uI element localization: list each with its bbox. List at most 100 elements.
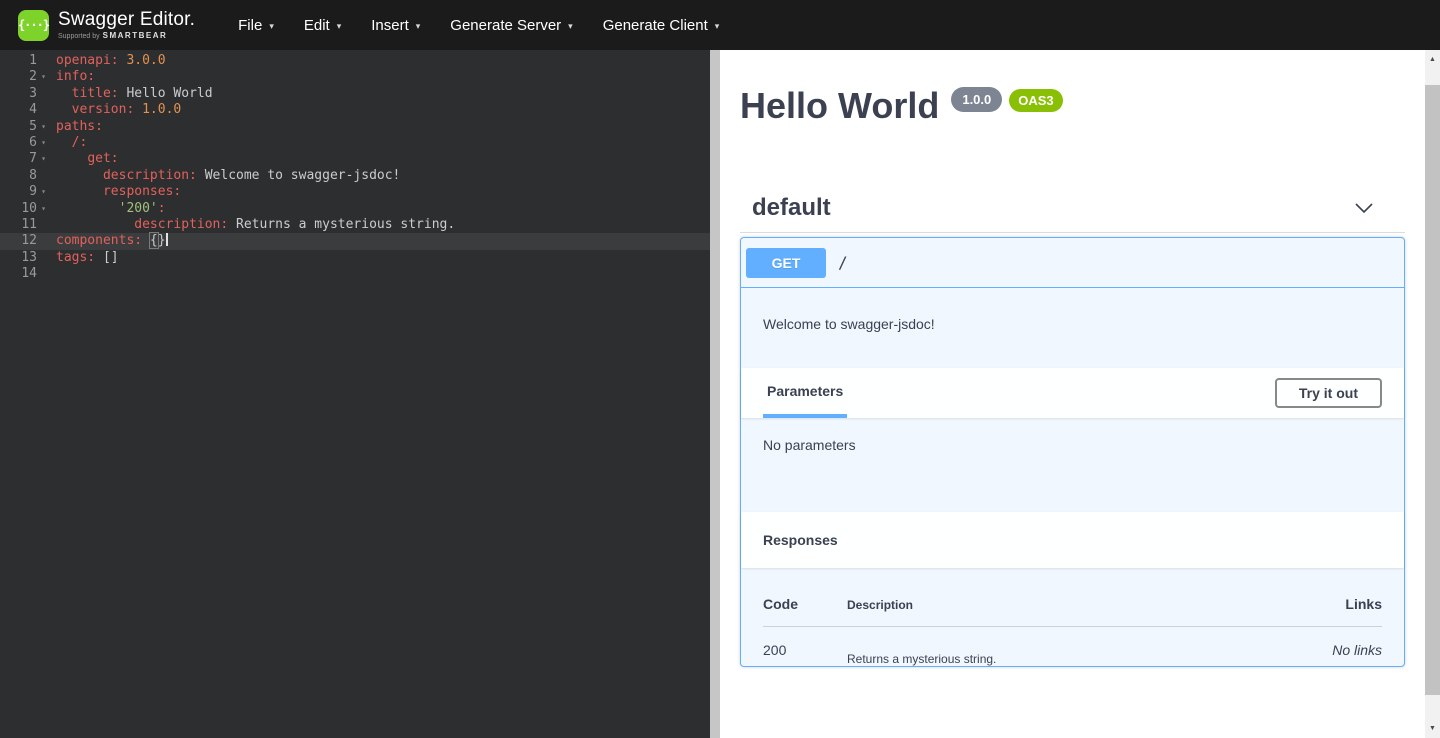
fold-spacer: [37, 53, 50, 69]
supported-by-label: Supported by: [58, 33, 100, 40]
code-token: /:: [72, 135, 88, 150]
editor-line[interactable]: 13tags: []: [0, 250, 710, 266]
editor-line[interactable]: 9▾ responses:: [0, 184, 710, 200]
editor-line[interactable]: 11 description: Returns a mysterious str…: [0, 217, 710, 233]
editor-line[interactable]: 10▾ '200':: [0, 201, 710, 217]
fold-spacer: [37, 266, 50, 282]
fold-arrow-icon[interactable]: ▾: [37, 184, 50, 200]
editor-gutter-cell[interactable]: 4: [0, 102, 50, 118]
text-cursor: [166, 233, 168, 246]
pane-splitter[interactable]: [710, 50, 720, 738]
editor-gutter-cell[interactable]: 13: [0, 250, 50, 266]
fold-arrow-icon[interactable]: ▾: [37, 135, 50, 151]
editor-line[interactable]: 8 description: Welcome to swagger-jsdoc!: [0, 168, 710, 184]
editor-line[interactable]: 2▾info:: [0, 69, 710, 85]
editor-gutter-cell[interactable]: 3: [0, 86, 50, 102]
line-number: 8: [0, 168, 37, 184]
editor-line-code[interactable]: openapi: 3.0.0: [50, 53, 166, 69]
editor-gutter-cell[interactable]: 10▾: [0, 201, 50, 217]
fold-arrow-icon[interactable]: ▾: [37, 69, 50, 85]
editor-line-code[interactable]: title: Hello World: [50, 86, 213, 102]
editor-gutter-cell[interactable]: 11: [0, 217, 50, 233]
code-token: }: [158, 233, 166, 248]
menu-generate-server[interactable]: Generate Server▾: [435, 17, 587, 34]
editor-line[interactable]: 12components: {}: [0, 233, 710, 249]
opblock-get: GET / Welcome to swagger-jsdoc! Paramete…: [740, 237, 1405, 667]
editor-gutter-cell[interactable]: 1: [0, 53, 50, 69]
line-number: 10: [0, 201, 37, 217]
code-token: [56, 86, 72, 101]
editor-gutter-cell[interactable]: 2▾: [0, 69, 50, 85]
editor-line-code[interactable]: paths:: [50, 119, 103, 135]
code-editor[interactable]: 1openapi: 3.0.02▾info:3 title: Hello Wor…: [0, 50, 710, 738]
editor-gutter-cell[interactable]: 12: [0, 233, 50, 249]
responses-table-header: Code Description Links: [763, 596, 1382, 627]
code-token: [134, 102, 142, 117]
editor-line[interactable]: 4 version: 1.0.0: [0, 102, 710, 118]
fold-arrow-icon[interactable]: ▾: [37, 201, 50, 217]
fold-spacer: [37, 102, 50, 118]
code-token: version:: [72, 102, 135, 117]
code-token: title:: [72, 86, 119, 101]
scroll-up-icon[interactable]: ▲: [1425, 52, 1440, 67]
editor-line-code[interactable]: components: {}: [50, 233, 168, 249]
code-token: components:: [56, 233, 142, 248]
editor-line-code[interactable]: description: Returns a mysterious string…: [50, 217, 455, 233]
editor-line-code[interactable]: responses:: [50, 184, 181, 200]
vertical-scrollbar[interactable]: ▲ ▼: [1425, 50, 1440, 738]
editor-gutter-cell[interactable]: 6▾: [0, 135, 50, 151]
menu-edit[interactable]: Edit▾: [289, 17, 356, 34]
code-token: Hello World: [119, 86, 213, 101]
brand-title: Swagger Editor.: [58, 10, 195, 30]
code-token: [56, 201, 119, 216]
editor-line-code[interactable]: description: Welcome to swagger-jsdoc!: [50, 168, 400, 184]
editor-line-code[interactable]: get:: [50, 151, 119, 167]
editor-gutter-cell[interactable]: 8: [0, 168, 50, 184]
editor-line[interactable]: 3 title: Hello World: [0, 86, 710, 102]
fold-spacer: [37, 168, 50, 184]
editor-line[interactable]: 14: [0, 266, 710, 282]
brand[interactable]: {···} Swagger Editor. Supported bySMARTB…: [18, 10, 195, 41]
editor-gutter-cell[interactable]: 9▾: [0, 184, 50, 200]
editor-gutter-cell[interactable]: 14: [0, 266, 50, 282]
line-number: 6: [0, 135, 37, 151]
menu-bar: File▾Edit▾Insert▾Generate Server▾Generat…: [223, 17, 734, 34]
api-title: Hello World: [740, 86, 939, 126]
fold-spacer: [37, 217, 50, 233]
chevron-down-icon[interactable]: [1353, 199, 1375, 217]
menu-file[interactable]: File▾: [223, 17, 289, 34]
editor-line[interactable]: 5▾paths:: [0, 119, 710, 135]
parameters-header: Parameters Try it out: [741, 368, 1404, 418]
code-token: [56, 184, 103, 199]
line-number: 9: [0, 184, 37, 200]
editor-line[interactable]: 6▾ /:: [0, 135, 710, 151]
menu-insert[interactable]: Insert▾: [356, 17, 435, 34]
parameters-tab[interactable]: Parameters: [763, 368, 847, 418]
editor-line-code[interactable]: tags: []: [50, 250, 119, 266]
editor-line-code[interactable]: info:: [50, 69, 95, 85]
editor-line[interactable]: 7▾ get:: [0, 151, 710, 167]
editor-line-code[interactable]: '200':: [50, 201, 166, 217]
oas3-badge: OAS3: [1009, 89, 1062, 112]
operation-summary[interactable]: GET /: [741, 238, 1404, 288]
try-it-out-button[interactable]: Try it out: [1275, 378, 1382, 408]
code-column-header: Code: [763, 596, 847, 612]
menu-generate-client[interactable]: Generate Client▾: [588, 17, 735, 34]
editor-line-code[interactable]: version: 1.0.0: [50, 102, 181, 118]
editor-gutter-cell[interactable]: 7▾: [0, 151, 50, 167]
scroll-down-icon[interactable]: ▼: [1425, 721, 1440, 736]
tag-name: default: [752, 194, 831, 222]
topbar: {···} Swagger Editor. Supported bySMARTB…: [0, 0, 1440, 50]
editor-line[interactable]: 1openapi: 3.0.0: [0, 53, 710, 69]
get-method-button[interactable]: GET: [746, 248, 826, 278]
editor-gutter-cell[interactable]: 5▾: [0, 119, 50, 135]
editor-line-code[interactable]: /:: [50, 135, 87, 151]
fold-arrow-icon[interactable]: ▾: [37, 119, 50, 135]
menu-label: Insert: [371, 17, 409, 34]
scrollbar-thumb[interactable]: [1425, 85, 1440, 695]
menu-label: File: [238, 17, 262, 34]
fold-arrow-icon[interactable]: ▾: [37, 151, 50, 167]
editor-line-code[interactable]: [50, 266, 56, 282]
tag-section-header[interactable]: default: [740, 190, 1405, 226]
line-number: 3: [0, 86, 37, 102]
